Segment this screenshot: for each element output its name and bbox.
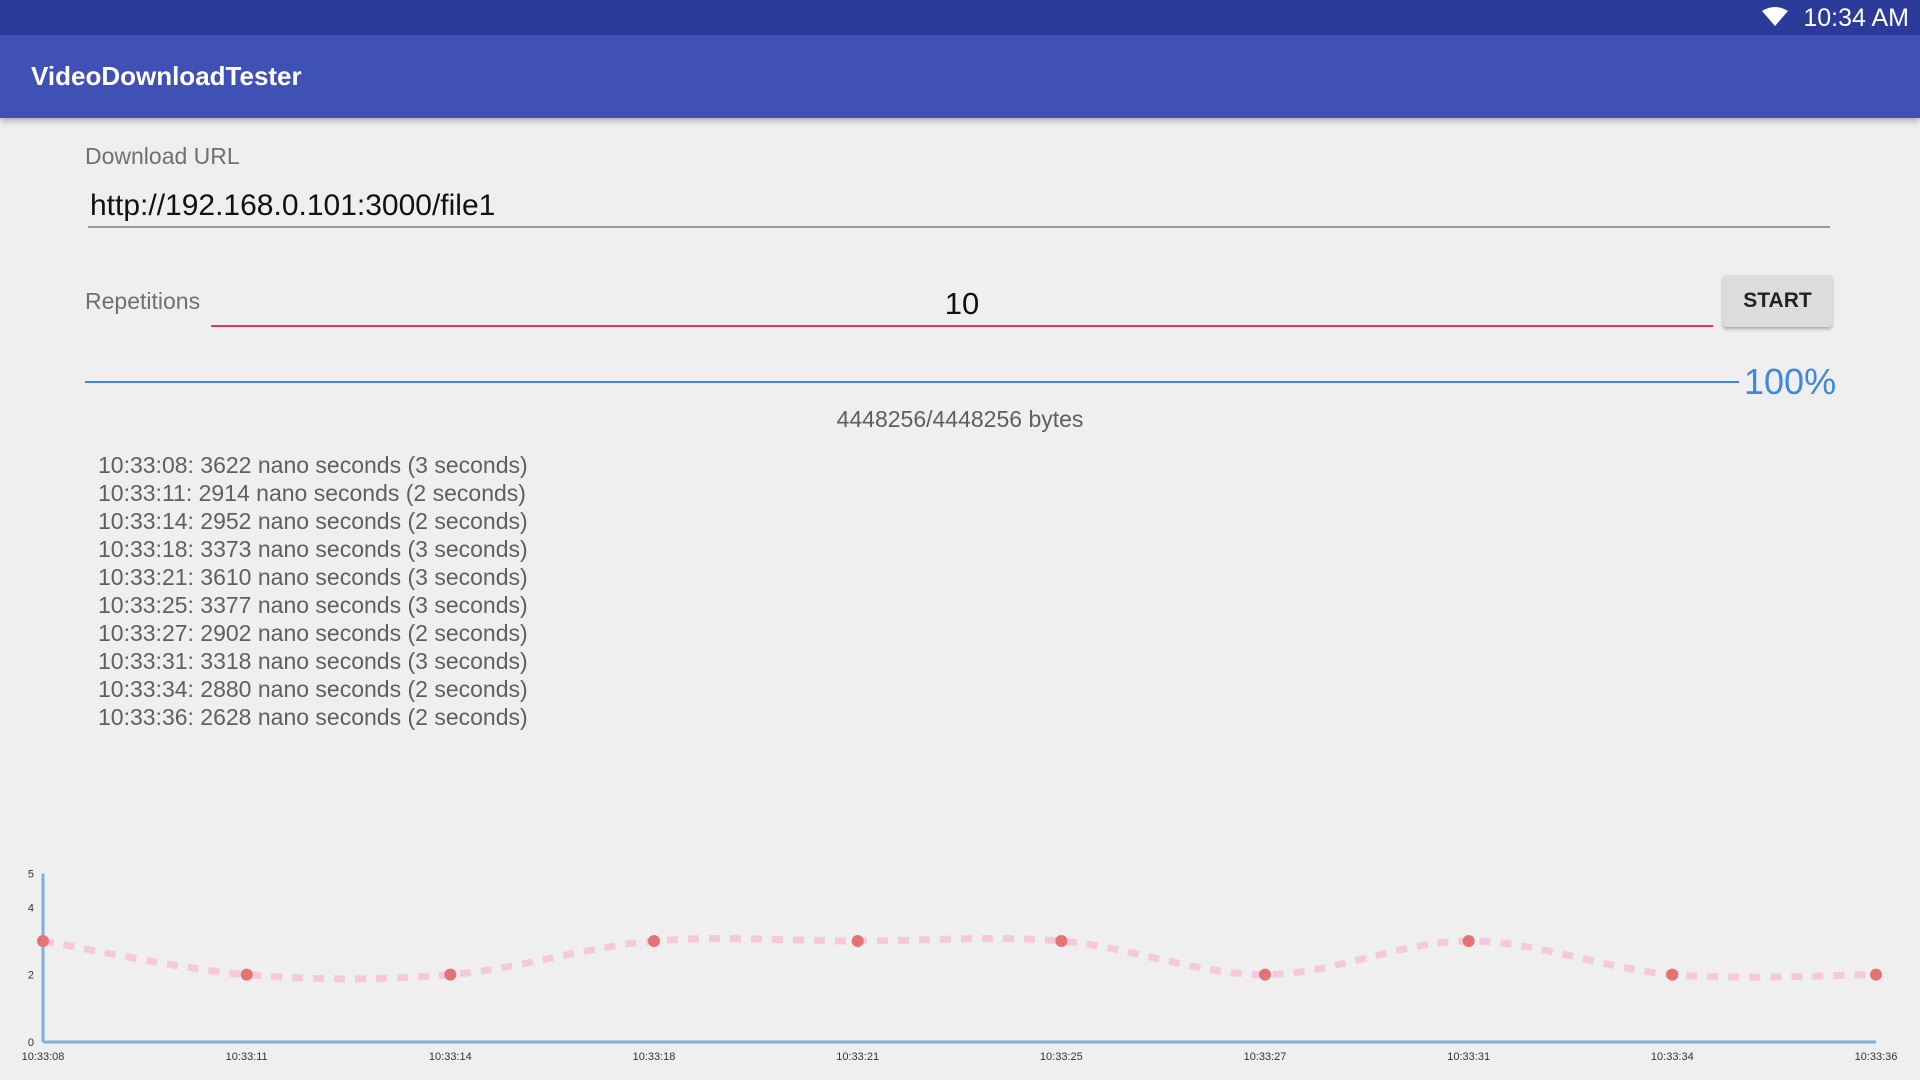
repetitions-input[interactable] (211, 283, 1713, 327)
result-item: 10:33:27: 2902 nano seconds (2 seconds) (98, 620, 528, 646)
chart-x-tick-label: 10:33:11 (226, 1051, 268, 1063)
chart-data-point (240, 968, 253, 981)
progress-percent: 100% (1744, 361, 1837, 402)
chart-data-point (1462, 935, 1475, 947)
result-item: 10:33:08: 3622 nano seconds (3 seconds) (98, 452, 528, 478)
status-bar: 10:34 AM (0, 0, 1920, 35)
chart-x-tick-label: 10:33:14 (429, 1051, 472, 1063)
download-progress-fill (85, 381, 1739, 383)
result-item: 10:33:36: 2628 nano seconds (2 seconds) (98, 704, 528, 730)
chart-y-tick-label: 4 (28, 902, 34, 914)
app-title: VideoDownloadTester (31, 61, 302, 91)
chart-x-tick-label: 10:33:31 (1447, 1051, 1490, 1063)
repetitions-label: Repetitions (85, 288, 201, 314)
app-bar: VideoDownloadTester (0, 35, 1920, 118)
chart-x-tick-label: 10:33:18 (633, 1051, 676, 1063)
wifi-icon (1762, 7, 1788, 26)
chart-x-tick-label: 10:33:36 (1855, 1051, 1898, 1063)
chart-data-point (1870, 968, 1882, 981)
status-clock: 10:34 AM (1803, 4, 1909, 32)
chart-data-point (1259, 968, 1271, 981)
chart-data-point (1666, 968, 1679, 981)
chart-series-line (42, 935, 1877, 983)
start-button[interactable]: START (1723, 275, 1832, 327)
chart-y-tick-label: 2 (28, 970, 34, 982)
chart-data-point (1055, 935, 1068, 947)
result-item: 10:33:31: 3318 nano seconds (3 seconds) (98, 648, 528, 674)
chart-x-tick-label: 10:33:34 (1651, 1051, 1694, 1063)
bytes-progress-text: 4448256/4448256 bytes (836, 406, 1084, 432)
result-item: 10:33:11: 2914 nano seconds (2 seconds) (98, 480, 526, 506)
download-time-chart: 0 2 4 5 10:33:08 10:33:11 10:33:14 10:33:18 10:3… (22, 869, 1898, 1063)
chart-x-tick-label: 10:33:25 (1040, 1051, 1083, 1063)
result-item: 10:33:18: 3373 nano seconds (3 seconds) (98, 536, 528, 562)
result-item: 10:33:34: 2880 nano seconds (2 seconds) (98, 676, 528, 702)
chart-x-tick-label: 10:33:21 (836, 1051, 879, 1063)
result-item: 10:33:14: 2952 nano seconds (2 seconds) (98, 508, 528, 534)
chart-data-point (648, 935, 660, 947)
result-item: 10:33:21: 3610 nano seconds (3 seconds) (98, 564, 528, 590)
chart-x-tick-label: 10:33:08 (22, 1051, 65, 1063)
chart-y-tick-label: 0 (28, 1037, 34, 1049)
result-item: 10:33:25: 3377 nano seconds (3 seconds) (98, 592, 528, 618)
chart-y-tick-label: 5 (28, 869, 34, 881)
chart-data-point (444, 968, 457, 981)
download-progress-bar (85, 381, 1739, 383)
download-url-input[interactable] (88, 186, 1830, 228)
chart-x-tick-label: 10:33:27 (1244, 1051, 1287, 1063)
results-list: 10:33:08: 3622 nano seconds (3 seconds) 1… (98, 451, 528, 731)
chart-data-point (37, 935, 49, 947)
chart-data-point (851, 935, 864, 947)
download-url-label: Download URL (85, 143, 240, 169)
